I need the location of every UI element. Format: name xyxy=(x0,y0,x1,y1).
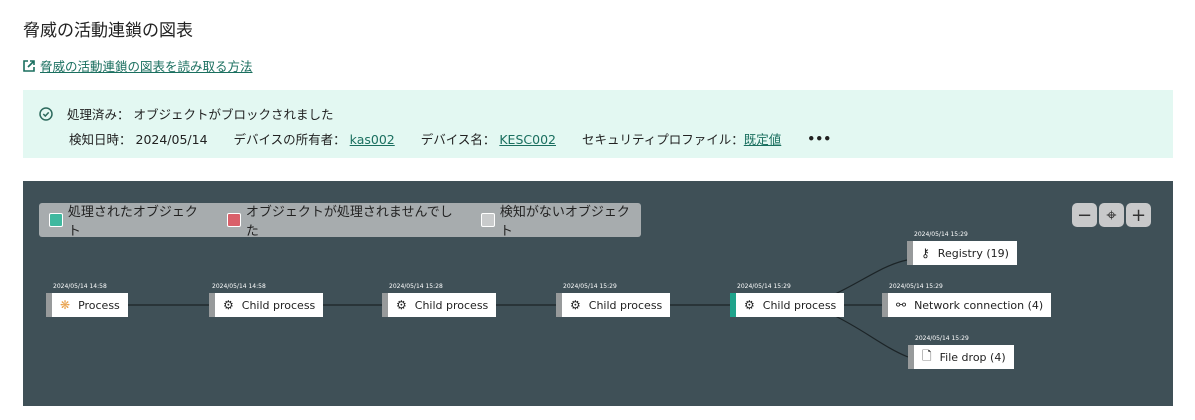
help-link-label: 脅威の活動連鎖の図表を読み取る方法 xyxy=(40,59,253,74)
legend-label: オブジェクトが処理されませんでした xyxy=(245,205,453,239)
node-child-process[interactable]: ⚙ Child process xyxy=(209,293,324,317)
status-message: オブジェクトがブロックされました xyxy=(133,107,334,122)
zoom-out-button[interactable]: − xyxy=(1072,203,1097,227)
zoom-in-button[interactable]: + xyxy=(1126,203,1151,227)
profile-label: セキュリティプロファイル： xyxy=(581,132,744,147)
node-timestamp: 2024/05/14 15:28 xyxy=(389,283,443,290)
status-state: 処理済み： xyxy=(67,107,130,122)
legend-swatch xyxy=(49,213,63,227)
page-title: 脅威の活動連鎖の図表 xyxy=(23,21,193,41)
help-link[interactable]: 脅威の活動連鎖の図表を読み取る方法 xyxy=(23,56,253,75)
node-timestamp: 2024/05/14 15:29 xyxy=(889,283,943,290)
owner-link[interactable]: kas002 xyxy=(350,132,395,147)
external-link-icon xyxy=(23,59,35,72)
node-label: Network connection (4) xyxy=(914,298,1044,312)
node-timestamp: 2024/05/14 15:29 xyxy=(563,283,617,290)
node-label: Child process xyxy=(241,298,316,312)
legend-label: 検知がないオブジェクト xyxy=(499,205,630,239)
plug-icon: ⚯ xyxy=(896,298,907,312)
node-process[interactable]: ❋ Process xyxy=(46,293,128,317)
node-child-process[interactable]: ⚙ Child process xyxy=(382,293,497,317)
legend-item-processed: 処理されたオブジェクト xyxy=(49,201,209,239)
detected-date: 2024/05/14 xyxy=(135,132,208,147)
center-button[interactable]: ⌖ xyxy=(1099,203,1124,227)
threat-chain-graph[interactable]: 処理されたオブジェクト オブジェクトが処理されませんでした 検知がないオブジェク… xyxy=(23,181,1173,406)
legend-swatch xyxy=(481,213,495,227)
gear-icon: ⚙ xyxy=(223,298,234,312)
node-child-process[interactable]: ⚙ Child process xyxy=(556,293,671,317)
detected-label: 検知日時： xyxy=(69,132,132,147)
node-label: Child process xyxy=(414,298,489,312)
node-timestamp: 2024/05/14 15:29 xyxy=(915,335,969,342)
device-link[interactable]: KESC002 xyxy=(499,132,556,147)
gear-icon: ⚙ xyxy=(744,298,755,312)
node-label: Child process xyxy=(588,298,663,312)
more-button[interactable]: ••• xyxy=(807,131,831,146)
node-label: Child process xyxy=(762,298,837,312)
legend-item-no-detection: 検知がないオブジェクト xyxy=(481,201,641,239)
node-registry[interactable]: ⚷ Registry (19) xyxy=(907,241,1017,265)
process-icon: ❋ xyxy=(60,298,71,312)
profile-link[interactable]: 既定値 xyxy=(744,132,782,147)
owner-label: デバイスの所有者： xyxy=(233,132,346,147)
node-label: File drop (4) xyxy=(939,350,1006,364)
node-file-drop[interactable]: 🗋 File drop (4) xyxy=(908,345,1014,369)
status-panel: 処理済み： オブジェクトがブロックされました 検知日時： 2024/05/14 … xyxy=(23,90,1173,158)
key-icon: ⚷ xyxy=(921,246,930,260)
check-circle-icon xyxy=(39,106,53,121)
node-timestamp: 2024/05/14 15:29 xyxy=(737,283,791,290)
file-icon: 🗋 xyxy=(922,348,932,363)
legend-label: 処理されたオブジェクト xyxy=(67,205,198,239)
node-timestamp: 2024/05/14 14:58 xyxy=(212,283,266,290)
legend-item-not-processed: オブジェクトが処理されませんでした xyxy=(227,201,463,239)
legend: 処理されたオブジェクト オブジェクトが処理されませんでした 検知がないオブジェク… xyxy=(39,201,641,239)
gear-icon: ⚙ xyxy=(396,298,407,312)
link xyxy=(832,314,909,358)
legend-swatch xyxy=(227,213,241,227)
node-timestamp: 2024/05/14 14:58 xyxy=(53,283,107,290)
device-label: デバイス名： xyxy=(420,132,496,147)
node-label: Registry (19) xyxy=(937,246,1009,260)
node-timestamp: 2024/05/14 15:29 xyxy=(914,231,968,238)
node-label: Process xyxy=(78,298,120,312)
gear-icon: ⚙ xyxy=(570,298,581,312)
node-network-connection[interactable]: ⚯ Network connection (4) xyxy=(882,293,1052,317)
node-child-process-processed[interactable]: ⚙ Child process xyxy=(730,293,845,317)
